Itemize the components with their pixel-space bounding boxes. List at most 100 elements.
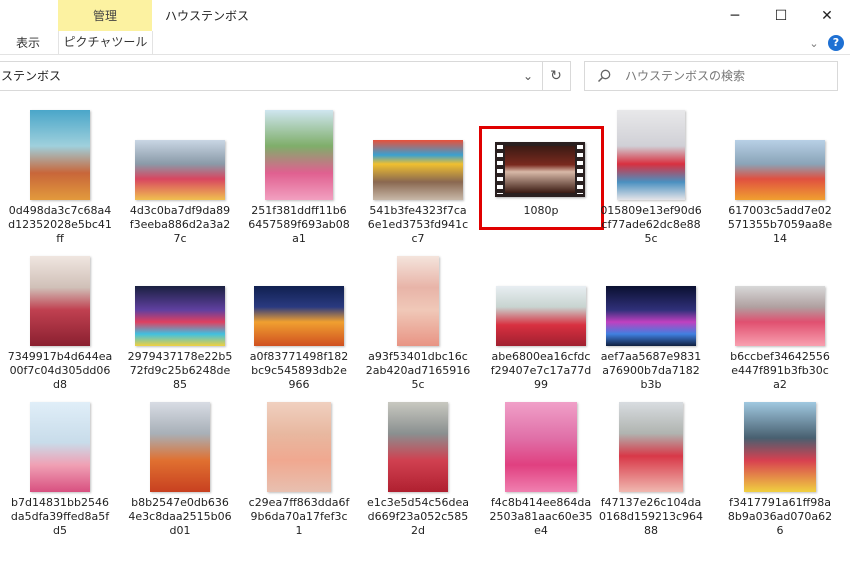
search-icon [597, 69, 611, 83]
file-name-line: 5c [644, 232, 658, 245]
help-icon[interactable]: ? [828, 35, 844, 51]
file-name-line: b3b [640, 378, 662, 391]
file-name: 4d3c0ba7df9da89 f3eeba886d2a3a2 7c [125, 204, 235, 246]
file-name-line: c29ea7ff863dda6f [248, 496, 350, 509]
tab-view[interactable]: 表示 [8, 32, 48, 54]
thumbnail-box [363, 254, 473, 346]
minimize-button[interactable]: ─ [712, 0, 758, 32]
file-name: 1080p [486, 204, 596, 218]
thumbnail-box [596, 254, 706, 346]
thumbnail-box [363, 108, 473, 200]
chevron-down-icon[interactable]: ⌄ [519, 62, 537, 90]
image-thumbnail [496, 286, 586, 346]
file-name-line: 88 [644, 524, 658, 537]
file-name-line: 85 [173, 378, 187, 391]
image-thumbnail [30, 256, 90, 346]
image-thumbnail [373, 140, 463, 200]
file-name-line: 4e3c8daa2515b06 [128, 510, 232, 523]
thumbnail-box [244, 400, 354, 492]
manage-tab[interactable]: 管理 [58, 0, 152, 32]
thumbnail-box [725, 400, 835, 492]
file-name-line: 1 [295, 524, 303, 537]
search-placeholder: ハウステンボスの検索 [625, 69, 746, 83]
image-thumbnail [30, 110, 90, 200]
window-title: ハウステンボス [165, 9, 250, 23]
file-name-line: 541b3fe4323f7ca [369, 204, 467, 217]
thumbnail-box [125, 400, 235, 492]
thumbnail-box [596, 108, 706, 200]
file-name: a0f83771498f182 bc9c545893db2e 966 [244, 350, 354, 392]
file-name-line: 4d3c0ba7df9da89 [129, 204, 231, 217]
ribbon-expand-icon[interactable]: ⌄ [806, 36, 822, 52]
thumbnail-box [596, 400, 706, 492]
file-name-line: 6457589f693ab08 [248, 218, 350, 231]
refresh-icon: ↻ [550, 68, 562, 84]
file-name-line: c7 [411, 232, 425, 245]
thumbnail-box [486, 108, 596, 200]
close-button[interactable]: ✕ [804, 0, 850, 32]
file-name-line: b8b2547e0db636 [131, 496, 229, 509]
tab-picture-tools[interactable]: ピクチャツール [58, 31, 153, 54]
file-name-line: a2 [773, 378, 787, 391]
image-thumbnail [744, 402, 816, 492]
file-name-line: da5dfa39ffed8a5f [10, 510, 110, 523]
file-name: 251f381ddff11b6 6457589f693ab08 a1 [244, 204, 354, 246]
file-name: 0d498da3c7c68a4 d12352028e5bc41 ff [5, 204, 115, 246]
file-name: 541b3fe4323f7ca 6e1ed3753fd941c c7 [363, 204, 473, 246]
file-name: a93f53401dbc16c 2ab420ad7165916 5c [363, 350, 473, 392]
thumbnail-box [725, 108, 835, 200]
file-name: 2979437178e22b5 72fd9c25b6248de 85 [125, 350, 235, 392]
thumbnail-box [5, 400, 115, 492]
image-thumbnail [265, 110, 333, 200]
file-name-line: f4c8b414ee864da [490, 496, 592, 509]
file-name-line: 9b6da70a17fef3c [250, 510, 348, 523]
file-name-line: 2ab420ad7165916 [365, 364, 471, 377]
image-thumbnail [388, 402, 448, 492]
file-name: f3417791a61ff98a 8b9a036ad070a62 6 [725, 496, 835, 538]
image-thumbnail [254, 286, 344, 346]
image-thumbnail [735, 140, 825, 200]
search-input[interactable]: ハウステンボスの検索 [584, 61, 838, 91]
file-name-line: e4 [534, 524, 548, 537]
thumbnail-box [5, 108, 115, 200]
image-thumbnail [135, 140, 225, 200]
file-name-line: 5c [411, 378, 425, 391]
image-thumbnail [135, 286, 225, 346]
file-name: f4c8b414ee864da 2503a81aac60e35 e4 [486, 496, 596, 538]
image-thumbnail [150, 402, 210, 492]
file-name-line: bc9c545893db2e [251, 364, 347, 377]
refresh-button[interactable]: ↻ [542, 61, 571, 91]
file-name-line: a93f53401dbc16c [368, 350, 468, 363]
file-name-line: f3417791a61ff98a [729, 496, 831, 509]
file-name-line: 99 [534, 378, 548, 391]
file-name-line: 2503a81aac60e35 [489, 510, 593, 523]
thumbnail-box [125, 108, 235, 200]
thumbnail-box [486, 254, 596, 346]
file-name-line: e1c3e5d54c56dea [366, 496, 470, 509]
thumbnail-box [363, 400, 473, 492]
image-thumbnail [617, 110, 685, 200]
file-name-line: b6ccbef34642556 [730, 350, 830, 363]
file-name-line: 0d498da3c7c68a4 [8, 204, 112, 217]
file-name-line: d01 [169, 524, 191, 537]
file-name-line: abe6800ea16cfdc [491, 350, 591, 363]
video-thumbnail [495, 142, 585, 197]
image-thumbnail [397, 256, 439, 346]
address-bar[interactable]: ステンボス ⌄ [0, 61, 543, 91]
thumbnail-box [125, 254, 235, 346]
image-thumbnail [619, 402, 683, 492]
file-name-line: 00f7c04d305dd06 [9, 364, 111, 377]
thumbnail-box [244, 108, 354, 200]
file-name-line: b7d14831bb2546 [11, 496, 109, 509]
file-name: e1c3e5d54c56dea d669f23a052c585 2d [363, 496, 473, 538]
file-name-line: f29407e7c17a77d [490, 364, 592, 377]
maximize-button[interactable]: ☐ [758, 0, 804, 32]
thumbnail-box [486, 400, 596, 492]
file-name: f47137e26c104da 0168d159213c964 88 [596, 496, 706, 538]
file-name-line: 251f381ddff11b6 [251, 204, 347, 217]
file-name: 617003c5add7e02 571355b7059aa8e 14 [725, 204, 835, 246]
file-name-line: 7349917b4d644ea [7, 350, 113, 363]
file-name-line: 72fd9c25b6248de [129, 364, 231, 377]
file-name-line: 0168d159213c964 [598, 510, 703, 523]
thumbnail-box [244, 254, 354, 346]
